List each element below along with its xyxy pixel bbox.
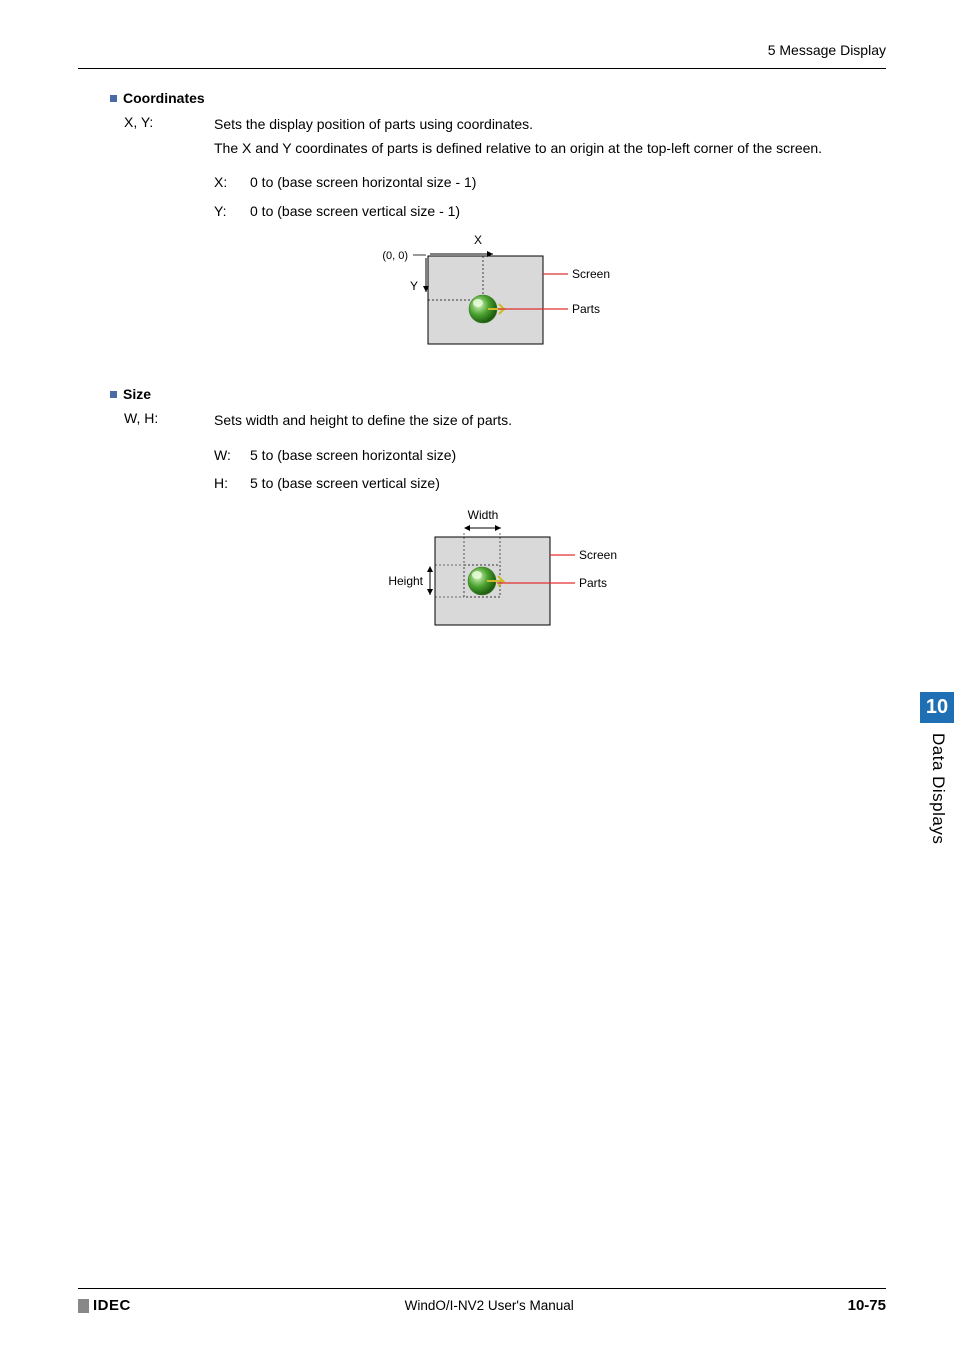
callout-screen: Screen [579, 548, 617, 562]
definition-label: X, Y: [124, 114, 214, 130]
bullet-icon [110, 391, 117, 398]
definition-body: Sets the display position of parts using… [214, 114, 822, 161]
item-value: 0 to (base screen vertical size - 1) [250, 200, 460, 222]
definition-body: Sets width and height to define the size… [214, 410, 512, 434]
section-heading-size: Size [110, 386, 886, 402]
page-number: 10-75 [848, 1297, 886, 1314]
list-item: W: 5 to (base screen horizontal size) [214, 444, 886, 466]
item-key: Y: [214, 200, 250, 222]
item-key: W: [214, 444, 250, 466]
footer-logo: IDEC [78, 1297, 131, 1314]
height-label: Height [388, 574, 423, 588]
page-footer: IDEC WindO/I-NV2 User's Manual 10-75 [78, 1288, 886, 1314]
callout-screen: Screen [572, 267, 610, 281]
callout-parts: Parts [572, 302, 600, 316]
section-title: Coordinates [123, 90, 205, 106]
coordinates-svg: X (0, 0) Y Screen Parts [368, 232, 628, 362]
header-rule [78, 68, 886, 69]
item-key: X: [214, 171, 250, 193]
list-item: X: 0 to (base screen horizontal size - 1… [214, 171, 886, 193]
parameter-list: X: 0 to (base screen horizontal size - 1… [214, 171, 886, 222]
list-item: H: 5 to (base screen vertical size) [214, 472, 886, 494]
size-diagram: Width Height Screen [110, 505, 886, 645]
size-svg: Width Height Screen [353, 505, 643, 645]
definition-text: The X and Y coordinates of parts is defi… [214, 138, 822, 160]
width-label: Width [468, 508, 499, 522]
list-item: Y: 0 to (base screen vertical size - 1) [214, 200, 886, 222]
axis-x-label: X [474, 233, 482, 247]
page-header: 5 Message Display [78, 42, 886, 69]
definition-text: Sets width and height to define the size… [214, 410, 512, 432]
definition-text: Sets the display position of parts using… [214, 114, 822, 136]
item-value: 0 to (base screen horizontal size - 1) [250, 171, 476, 193]
chapter-number: 10 [920, 692, 954, 723]
chapter-tab: 10 Data Displays [920, 692, 954, 854]
item-value: 5 to (base screen vertical size) [250, 472, 440, 494]
callout-parts: Parts [579, 576, 607, 590]
content-area: Coordinates X, Y: Sets the display posit… [110, 88, 886, 669]
definition-row: W, H: Sets width and height to define th… [124, 410, 886, 434]
definition-row: X, Y: Sets the display position of parts… [124, 114, 886, 161]
section-title: Size [123, 386, 151, 402]
parameter-list: W: 5 to (base screen horizontal size) H:… [214, 444, 886, 495]
logo-text: IDEC [93, 1297, 131, 1314]
axis-y-label: Y [410, 279, 418, 293]
item-key: H: [214, 472, 250, 494]
header-breadcrumb: 5 Message Display [78, 42, 886, 62]
chapter-title: Data Displays [920, 723, 954, 854]
coordinates-diagram: X (0, 0) Y Screen Parts [110, 232, 886, 362]
page: 5 Message Display Coordinates X, Y: Sets… [0, 0, 954, 1350]
origin-label: (0, 0) [382, 250, 408, 262]
logo-icon [78, 1299, 89, 1313]
footer-title: WindO/I-NV2 User's Manual [405, 1298, 574, 1313]
item-value: 5 to (base screen horizontal size) [250, 444, 456, 466]
bullet-icon [110, 95, 117, 102]
definition-label: W, H: [124, 410, 214, 426]
section-heading-coordinates: Coordinates [110, 90, 886, 106]
